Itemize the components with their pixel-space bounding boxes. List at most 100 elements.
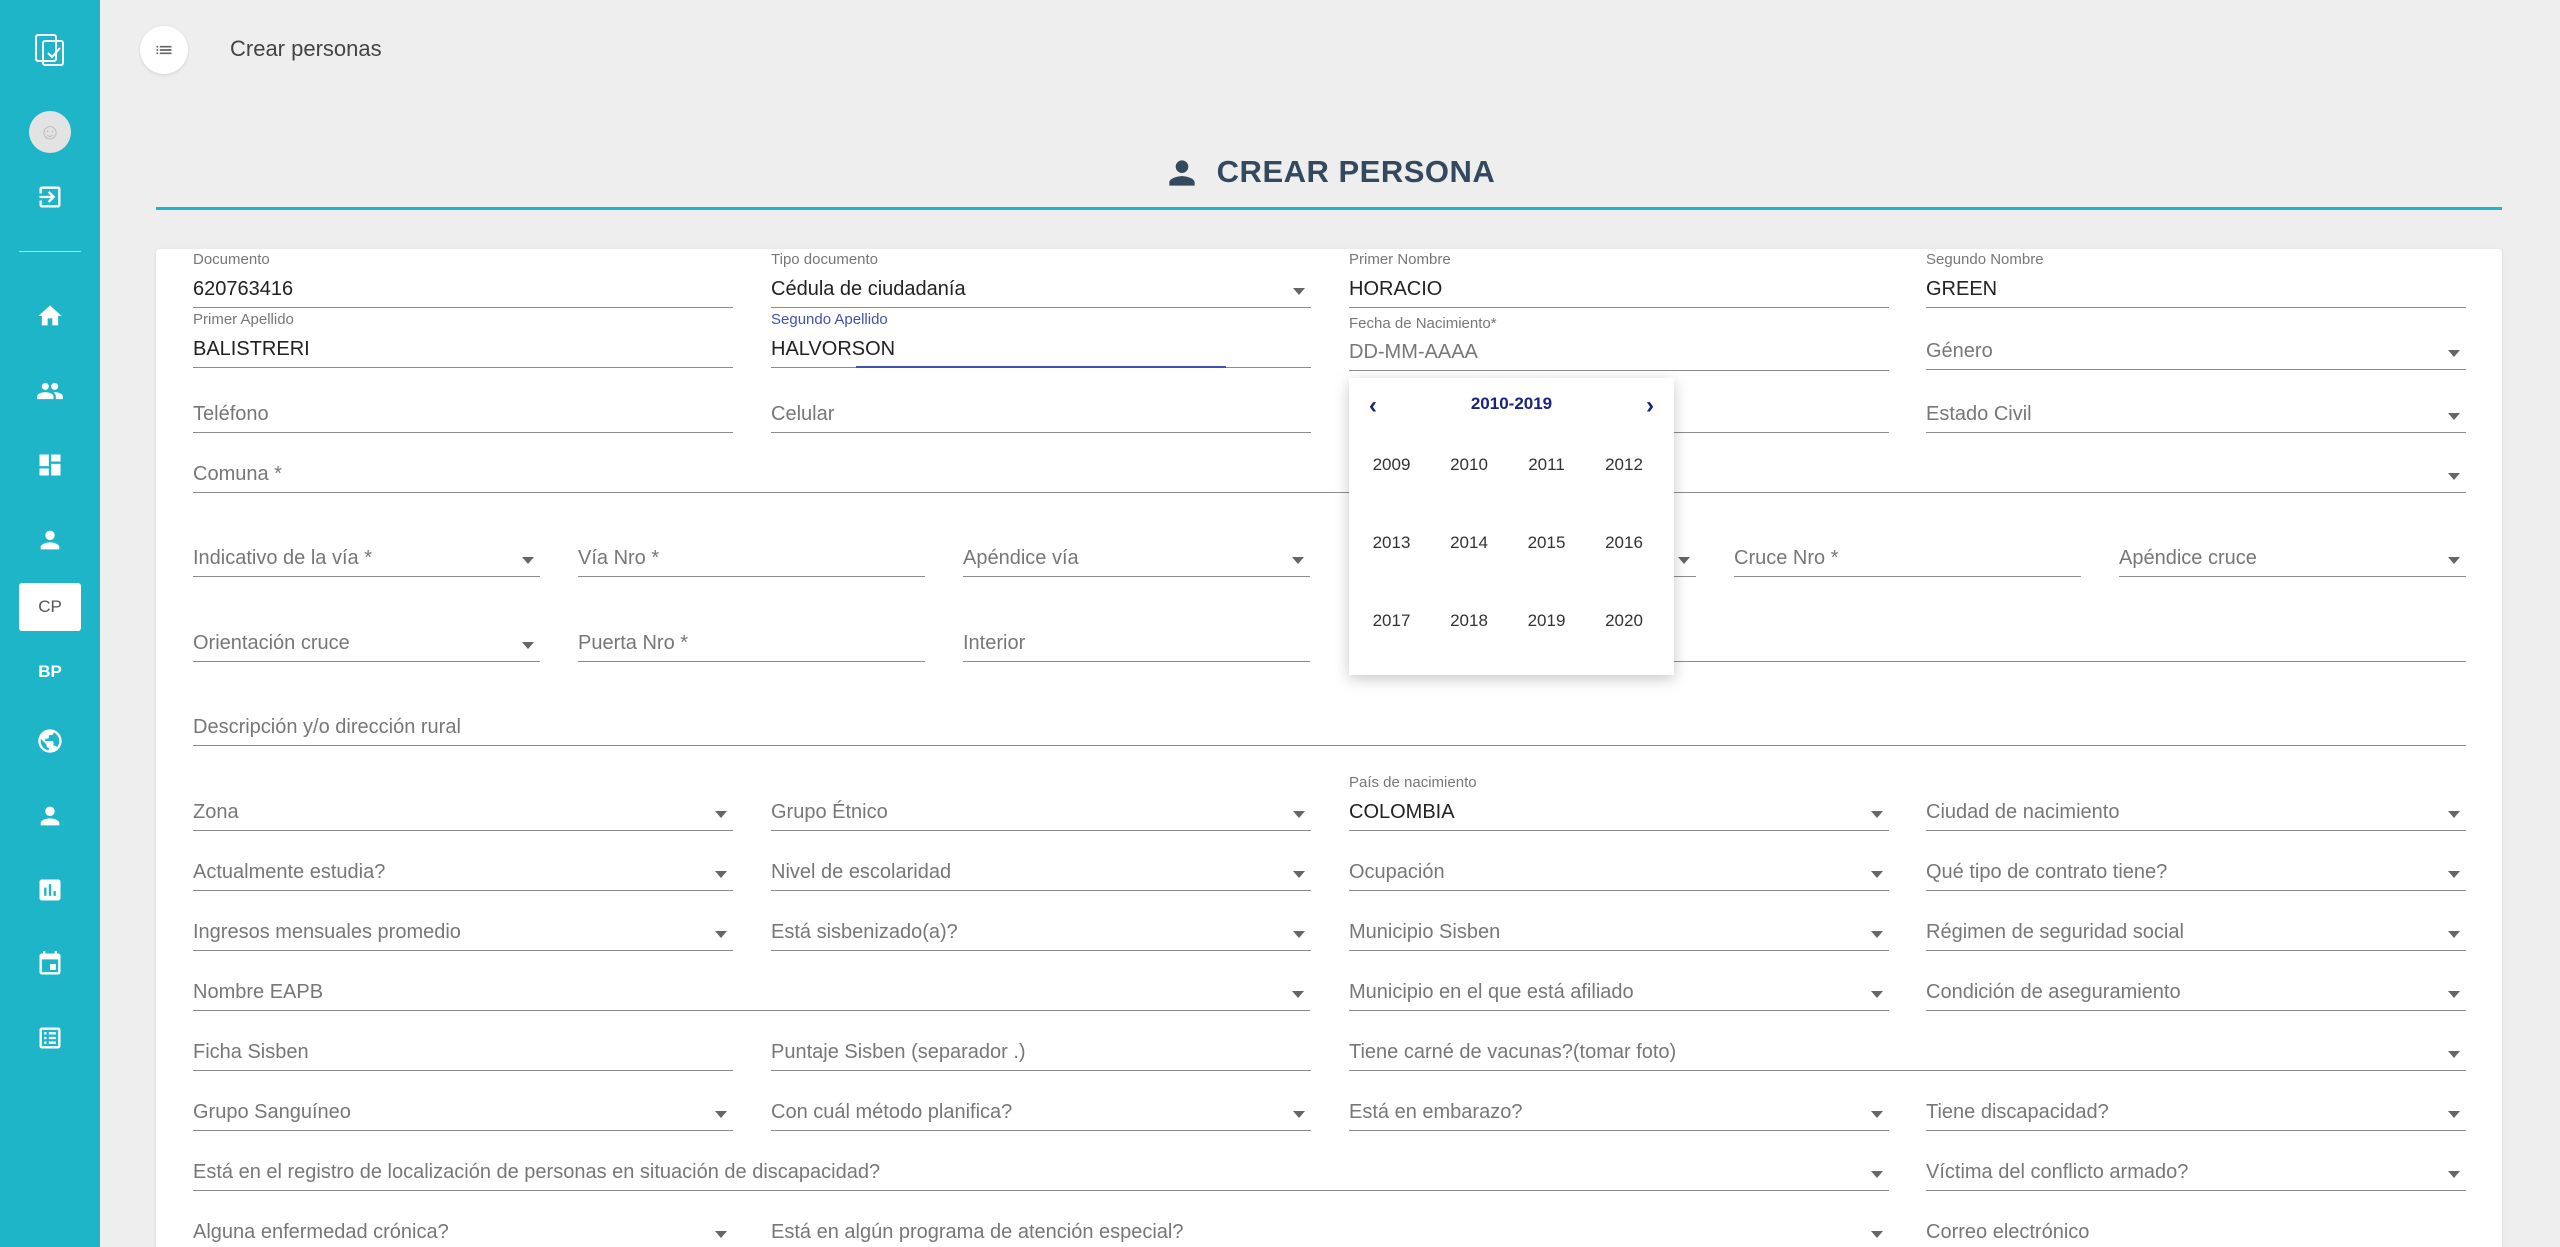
grupo-sanguineo-select[interactable]: Grupo Sanguíneo xyxy=(193,1094,733,1131)
list-icon[interactable] xyxy=(0,1013,100,1063)
celular-field[interactable]: Celular xyxy=(771,396,1311,433)
carne-vacunas-select[interactable]: Tiene carné de vacunas?(tomar foto) xyxy=(1349,1034,2466,1071)
year-range-title[interactable]: 2010-2019 xyxy=(1349,394,1674,414)
tipo-contrato-select[interactable]: Qué tipo de contrato tiene? xyxy=(1926,854,2466,891)
descripcion-field[interactable]: Descripción y/o dirección rural xyxy=(193,709,2466,746)
correo-field[interactable]: Correo electrónico xyxy=(1926,1214,2466,1247)
app-logo-icon[interactable] xyxy=(0,24,100,74)
tipo-documento-select[interactable]: Tipo documento Cédula de ciudadanía xyxy=(771,251,1311,308)
puntaje-sisben-field[interactable]: Puntaje Sisben (separador .) xyxy=(771,1034,1311,1071)
cruce-nro-field[interactable]: Cruce Nro * xyxy=(1734,540,2081,577)
home-icon[interactable] xyxy=(0,291,100,341)
dropdown-arrow-icon xyxy=(522,557,534,564)
programa-especial-select[interactable]: Está en algún programa de atención espec… xyxy=(771,1214,1889,1247)
person-icon[interactable] xyxy=(0,515,100,565)
ciudad-nacimiento-select[interactable]: Ciudad de nacimiento xyxy=(1926,794,2466,831)
nombre-eapb-select[interactable]: Nombre EAPB xyxy=(193,974,1310,1011)
regimen-select[interactable]: Régimen de seguridad social xyxy=(1926,914,2466,951)
dropdown-arrow-icon xyxy=(1871,1171,1883,1178)
pais-nacimiento-select[interactable]: País de nacimiento COLOMBIA xyxy=(1349,774,1889,831)
bar-chart-icon[interactable] xyxy=(0,865,100,915)
zona-select[interactable]: Zona xyxy=(193,794,733,831)
embarazo-placeholder: Está en embarazo? xyxy=(1349,1101,1523,1123)
telefono-field[interactable]: Teléfono xyxy=(193,396,733,433)
indicativo-via-select[interactable]: Indicativo de la vía * xyxy=(193,540,540,577)
fecha-nacimiento-field[interactable]: Fecha de Nacimiento* DD-MM-AAAA xyxy=(1349,315,1889,371)
segundo-apellido-value: HALVORSON xyxy=(771,338,896,360)
sisbenizado-select[interactable]: Está sisbenizado(a)? xyxy=(771,914,1311,951)
embarazo-select[interactable]: Está en embarazo? xyxy=(1349,1094,1889,1131)
year-option[interactable]: 2009 xyxy=(1353,455,1430,475)
segundo-apellido-label: Segundo Apellido xyxy=(771,311,888,328)
municipio-afiliado-select[interactable]: Municipio en el que está afiliado xyxy=(1349,974,1889,1011)
condicion-aseguramiento-placeholder: Condición de aseguramiento xyxy=(1926,981,2181,1003)
dropdown-arrow-icon xyxy=(1292,991,1304,998)
ocupacion-select[interactable]: Ocupación xyxy=(1349,854,1889,891)
nivel-escolaridad-select[interactable]: Nivel de escolaridad xyxy=(771,854,1311,891)
victima-select[interactable]: Víctima del conflicto armado? xyxy=(1926,1154,2466,1191)
menu-toggle-button[interactable] xyxy=(140,26,188,74)
year-option[interactable]: 2013 xyxy=(1353,533,1430,553)
year-option[interactable]: 2018 xyxy=(1431,611,1508,631)
person-icon[interactable] xyxy=(0,791,100,841)
dropdown-arrow-icon xyxy=(715,811,727,818)
carne-vacunas-placeholder: Tiene carné de vacunas?(tomar foto) xyxy=(1349,1041,1677,1063)
actualmente-estudia-placeholder: Actualmente estudia? xyxy=(193,861,386,883)
avatar[interactable]: ☺ xyxy=(29,111,71,153)
tipo-documento-value: Cédula de ciudadanía xyxy=(771,278,966,300)
registro-discapacidad-select[interactable]: Está en el registro de localización de p… xyxy=(193,1154,1889,1191)
year-option[interactable]: 2014 xyxy=(1431,533,1508,553)
apendice-via-select[interactable]: Apéndice vía xyxy=(963,540,1310,577)
dropdown-arrow-icon xyxy=(1871,1111,1883,1118)
discapacidad-select[interactable]: Tiene discapacidad? xyxy=(1926,1094,2466,1131)
segundo-nombre-field[interactable]: Segundo Nombre GREEN xyxy=(1926,251,2466,308)
sidebar-item-bp[interactable]: BP xyxy=(0,647,100,697)
people-icon[interactable] xyxy=(0,366,100,416)
actualmente-estudia-select[interactable]: Actualmente estudia? xyxy=(193,854,733,891)
enfermedad-cronica-select[interactable]: Alguna enfermedad crónica? xyxy=(193,1214,733,1247)
globe-icon[interactable] xyxy=(0,716,100,766)
orientacion-cruce-select[interactable]: Orientación cruce xyxy=(193,625,540,662)
segundo-nombre-value: GREEN xyxy=(1926,278,1998,300)
dropdown-arrow-icon xyxy=(2448,413,2460,420)
ficha-sisben-field[interactable]: Ficha Sisben xyxy=(193,1034,733,1071)
metodo-planifica-select[interactable]: Con cuál método planifica? xyxy=(771,1094,1311,1131)
comuna-select[interactable]: Comuna * xyxy=(193,456,2466,493)
segundo-apellido-field[interactable]: Segundo Apellido HALVORSON xyxy=(771,311,1311,368)
celular-placeholder: Celular xyxy=(771,403,835,425)
dropdown-arrow-icon xyxy=(2448,871,2460,878)
year-option[interactable]: 2011 xyxy=(1508,455,1585,475)
municipio-sisben-select[interactable]: Municipio Sisben xyxy=(1349,914,1889,951)
grupo-etnico-select[interactable]: Grupo Étnico xyxy=(771,794,1311,831)
ocupacion-placeholder: Ocupación xyxy=(1349,861,1445,883)
calendar-icon[interactable] xyxy=(0,939,100,989)
year-option[interactable]: 2019 xyxy=(1508,611,1585,631)
documento-value: 620763416 xyxy=(193,278,294,300)
dropdown-arrow-icon xyxy=(1678,557,1690,564)
year-option[interactable]: 2020 xyxy=(1586,611,1663,631)
via-nro-field[interactable]: Vía Nro * xyxy=(578,540,925,577)
puerta-nro-field[interactable]: Puerta Nro * xyxy=(578,625,925,662)
ficha-sisben-placeholder: Ficha Sisben xyxy=(193,1041,309,1063)
previous-decade-button[interactable]: ‹ xyxy=(1369,392,1377,420)
documento-field[interactable]: Documento 620763416 xyxy=(193,251,733,308)
year-option[interactable]: 2016 xyxy=(1586,533,1663,553)
ingresos-select[interactable]: Ingresos mensuales promedio xyxy=(193,914,733,951)
estado-civil-select[interactable]: Estado Civil xyxy=(1926,396,2466,433)
primer-apellido-field[interactable]: Primer Apellido BALISTRERI xyxy=(193,311,733,368)
interior-field[interactable]: Interior xyxy=(963,625,1310,662)
year-option[interactable]: 2017 xyxy=(1353,611,1430,631)
primer-apellido-value: BALISTRERI xyxy=(193,338,310,360)
condicion-aseguramiento-select[interactable]: Condición de aseguramiento xyxy=(1926,974,2466,1011)
year-option[interactable]: 2015 xyxy=(1508,533,1585,553)
dashboard-icon[interactable] xyxy=(0,440,100,490)
logout-icon[interactable] xyxy=(0,172,100,222)
metodo-planifica-placeholder: Con cuál método planifica? xyxy=(771,1101,1013,1123)
primer-nombre-field[interactable]: Primer Nombre HORACIO xyxy=(1349,251,1889,308)
genero-select[interactable]: Género xyxy=(1926,333,2466,370)
year-option[interactable]: 2010 xyxy=(1431,455,1508,475)
year-option[interactable]: 2012 xyxy=(1586,455,1663,475)
sidebar-item-cp[interactable]: CP xyxy=(19,583,81,631)
next-decade-button[interactable]: › xyxy=(1646,392,1654,420)
apendice-cruce-select[interactable]: Apéndice cruce xyxy=(2119,540,2466,577)
